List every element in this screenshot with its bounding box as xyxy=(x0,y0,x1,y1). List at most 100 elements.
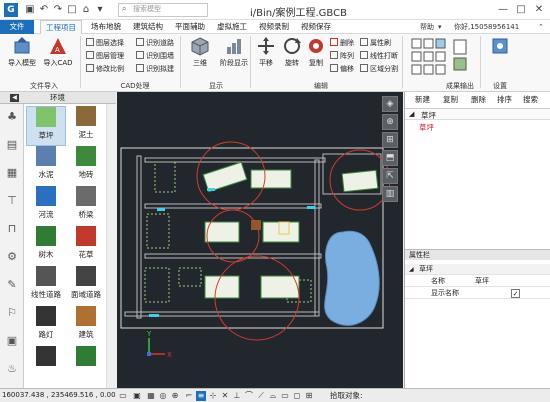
new-button[interactable]: 新建 xyxy=(415,94,430,106)
sort-button[interactable]: 排序 xyxy=(497,94,512,106)
copy-tool-button[interactable]: 复制 xyxy=(300,36,332,68)
help-link[interactable]: 帮助 xyxy=(420,20,434,34)
property-value[interactable]: 草坪 xyxy=(475,276,489,287)
new-icon[interactable]: □ xyxy=(66,4,78,16)
recognize-wall-button[interactable]: 识别围墙 xyxy=(136,51,174,62)
lineweight-icon[interactable]: ≡ xyxy=(196,391,206,401)
maximize-button[interactable]: □ xyxy=(512,2,530,17)
material-item[interactable]: 线性道路 xyxy=(26,266,66,306)
view-cube-icon[interactable]: ◈ xyxy=(382,96,398,112)
category-vehicle-icon[interactable]: ▣ xyxy=(5,334,19,348)
intersection-icon[interactable]: ⊞ xyxy=(304,391,314,401)
node-icon[interactable]: ⊥ xyxy=(232,391,242,401)
recognize-planned-button[interactable]: 识别拟建 xyxy=(136,64,174,75)
recognize-road-button[interactable]: 识别道路 xyxy=(136,38,174,49)
stage-display-button[interactable]: 阶段显示 xyxy=(216,36,252,68)
settings-button[interactable] xyxy=(484,36,516,56)
minimize-button[interactable]: — xyxy=(494,2,512,17)
ortho-icon[interactable]: ▣ xyxy=(132,391,142,401)
array-button[interactable]: 阵列 xyxy=(330,51,354,62)
tab-video-record[interactable]: 视频录制 xyxy=(254,20,294,34)
copy-button[interactable]: 复制 xyxy=(443,94,458,106)
category-tree-icon[interactable]: ♣ xyxy=(5,110,19,124)
collapse-icon[interactable]: ◢ xyxy=(409,110,414,118)
view-zoom-icon[interactable]: ⊕ xyxy=(382,114,398,130)
user-account[interactable]: 你好,15058956141 xyxy=(454,20,519,34)
tab-file[interactable]: 文件 xyxy=(0,20,34,34)
midpoint-icon[interactable]: ⊹ xyxy=(208,391,218,401)
properties-group-row[interactable]: ◢ 草坪 xyxy=(405,264,550,275)
collapse-arrow-icon[interactable]: ◀ xyxy=(10,94,19,102)
offset-button[interactable]: 偏移 xyxy=(330,64,354,75)
material-item[interactable]: 地砖 xyxy=(66,146,106,186)
material-item[interactable]: 路灯 xyxy=(26,306,66,346)
delete-tool-button[interactable]: 删除 xyxy=(330,38,354,49)
material-item[interactable]: 泥土 xyxy=(66,106,106,146)
tab-video-save[interactable]: 视频保存 xyxy=(296,20,336,34)
material-item[interactable]: 水泥 xyxy=(26,146,66,186)
category-building-icon[interactable]: ▦ xyxy=(5,166,19,180)
linear-break-button[interactable]: 线性打断 xyxy=(360,51,398,62)
category-fire-icon[interactable]: ♨ xyxy=(5,362,19,376)
snap-icon[interactable]: ▭ xyxy=(118,391,128,401)
property-brush-button[interactable]: 属性刷 xyxy=(360,38,391,49)
collapse-icon[interactable]: ◢ xyxy=(409,264,414,275)
tab-virtual-construction[interactable]: 虚拟施工 xyxy=(212,20,252,34)
save-icon[interactable]: ▣ xyxy=(24,4,36,16)
material-item[interactable]: 树木 xyxy=(26,226,66,266)
material-item[interactable]: 花草 xyxy=(66,226,106,266)
material-item[interactable] xyxy=(26,346,66,386)
view-top-icon[interactable]: ⬒ xyxy=(382,150,398,166)
category-tool-icon[interactable]: ✎ xyxy=(5,278,19,292)
track-icon[interactable]: ⊕ xyxy=(170,391,180,401)
grid-icon[interactable]: ▦ xyxy=(146,391,156,401)
layer-select-button[interactable]: 图层选择 xyxy=(86,38,124,49)
view-fit-icon[interactable]: ⊞ xyxy=(382,132,398,148)
material-item[interactable]: 建筑 xyxy=(66,306,106,346)
tab-plane-aid[interactable]: 平面辅助 xyxy=(170,20,210,34)
expand-icon[interactable]: ⌃ xyxy=(538,20,544,34)
material-item[interactable]: 河流 xyxy=(26,186,66,226)
material-item[interactable]: 桥梁 xyxy=(66,186,106,226)
show-name-checkbox[interactable]: ✓ xyxy=(511,289,520,298)
dropdown-icon[interactable]: ▾ xyxy=(94,4,106,16)
layer-manage-button[interactable]: 图层管理 xyxy=(86,51,124,62)
close-button[interactable]: ✕ xyxy=(530,2,548,17)
import-model-button[interactable]: 导入模型 xyxy=(6,36,38,68)
perpendicular-icon[interactable]: ⟋ xyxy=(256,391,266,401)
category-sign-icon[interactable]: ⚐ xyxy=(5,306,19,320)
nearest-icon[interactable]: ⌒ xyxy=(244,391,254,401)
import-cad-button[interactable]: A 导入CAD xyxy=(42,36,74,68)
material-item[interactable] xyxy=(66,346,106,386)
open-icon[interactable]: ⌂ xyxy=(80,4,92,16)
quadrant-icon[interactable]: ▭ xyxy=(280,391,290,401)
polar-icon[interactable]: ◎ xyxy=(158,391,168,401)
tree-root-row[interactable]: ◢ 草坪 xyxy=(405,108,550,120)
tree-item-lawn[interactable]: 草坪 xyxy=(419,122,434,133)
tangent-icon[interactable]: ⌓ xyxy=(268,391,278,401)
extension-icon[interactable]: ◻ xyxy=(292,391,302,401)
drawing-canvas[interactable]: Y X xyxy=(117,92,403,388)
delete-button[interactable]: 删除 xyxy=(471,94,486,106)
redo-icon[interactable]: ↷ xyxy=(52,4,64,16)
undo-icon[interactable]: ↶ xyxy=(38,4,50,16)
category-machine-icon[interactable]: ⚙ xyxy=(5,250,19,264)
modify-scale-button[interactable]: 修改比例 xyxy=(86,64,124,75)
tab-project[interactable]: 工程项目 xyxy=(40,20,82,34)
help-dropdown-icon[interactable]: ▾ xyxy=(438,20,442,34)
endpoint-icon[interactable]: ⌐ xyxy=(184,391,194,401)
view-walk-icon[interactable]: ⇱ xyxy=(382,168,398,184)
center-icon[interactable]: ✕ xyxy=(220,391,230,401)
material-item[interactable]: 草坪 xyxy=(26,106,66,146)
three-d-button[interactable]: 三维 xyxy=(184,36,216,68)
category-gate-icon[interactable]: ⊓ xyxy=(5,222,19,236)
category-crane-icon[interactable]: ⊤ xyxy=(5,194,19,208)
region-split-button[interactable]: 区域分割 xyxy=(360,64,398,75)
search-button[interactable]: 搜索 xyxy=(523,94,538,106)
tab-site-terrain[interactable]: 场布地貌 xyxy=(86,20,126,34)
panel-scrollbar[interactable] xyxy=(106,104,116,388)
material-item[interactable]: 面域道路 xyxy=(66,266,106,306)
search-input[interactable]: ⌕ 搜索模型 xyxy=(118,3,208,17)
tab-building-structure[interactable]: 建筑结构 xyxy=(128,20,168,34)
view-layers-icon[interactable]: ▥ xyxy=(382,186,398,202)
